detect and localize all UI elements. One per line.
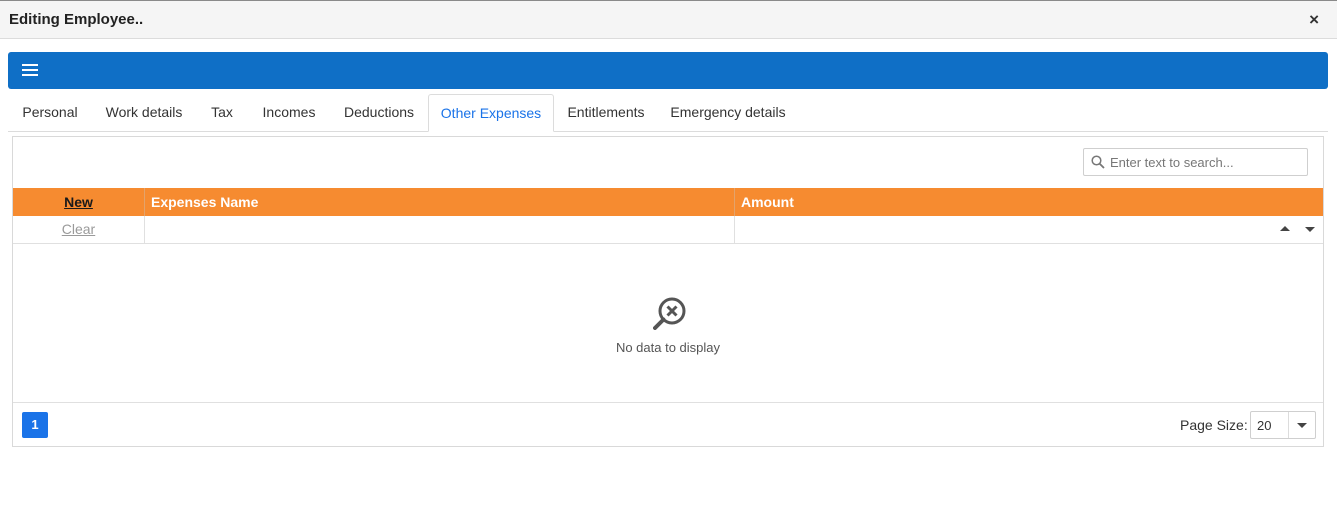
filter-cell-amount[interactable]: [734, 216, 1323, 243]
hamburger-menu-icon[interactable]: [22, 64, 38, 77]
close-icon[interactable]: ×: [1309, 10, 1319, 30]
new-button[interactable]: New: [64, 194, 93, 210]
expenses-grid-panel: New Expenses Name Amount Clear No data t…: [12, 136, 1324, 447]
no-data-icon: [653, 297, 686, 330]
empty-message: No data to display: [615, 340, 721, 355]
grid-header-row: New Expenses Name Amount: [13, 188, 1323, 216]
search-icon: [1091, 155, 1105, 169]
page-button-1[interactable]: 1: [22, 412, 48, 438]
toolbar: [8, 52, 1328, 89]
tab-work-details[interactable]: Work details: [96, 94, 192, 132]
search-box[interactable]: [1083, 148, 1308, 176]
dialog-title: Editing Employee..: [9, 11, 144, 28]
filter-cell-expenses-name[interactable]: [144, 216, 734, 243]
page-size-divider: [1288, 412, 1289, 438]
tab-deductions[interactable]: Deductions: [334, 94, 424, 132]
grid-filter-row: Clear: [13, 216, 1323, 244]
pager: 1 Page Size: 20: [13, 402, 1323, 446]
search-input[interactable]: [1110, 152, 1300, 172]
clear-filter-link[interactable]: Clear: [62, 221, 95, 237]
page-size-select[interactable]: 20: [1250, 411, 1316, 439]
chevron-down-icon[interactable]: [1297, 423, 1307, 428]
tab-other-expenses[interactable]: Other Expenses: [428, 94, 554, 132]
column-header-new[interactable]: New: [13, 188, 144, 216]
filter-cell-command: Clear: [13, 216, 144, 243]
tab-bar: Personal Work details Tax Incomes Deduct…: [8, 94, 1328, 132]
column-header-amount[interactable]: Amount: [734, 188, 1323, 216]
page-size-value: 20: [1257, 418, 1272, 433]
tab-emergency-details[interactable]: Emergency details: [662, 94, 794, 132]
empty-state: No data to display: [13, 244, 1323, 402]
tab-personal[interactable]: Personal: [8, 94, 92, 132]
page-size-label: Page Size:: [1180, 417, 1248, 433]
tab-incomes[interactable]: Incomes: [252, 94, 326, 132]
dropdown-arrow-icon[interactable]: [1305, 227, 1315, 232]
tab-entitlements[interactable]: Entitlements: [558, 94, 654, 132]
tab-tax[interactable]: Tax: [200, 94, 244, 132]
dialog-titlebar: Editing Employee.. ×: [0, 0, 1337, 39]
column-header-expenses-name[interactable]: Expenses Name: [144, 188, 734, 216]
spin-up-icon[interactable]: [1280, 226, 1290, 231]
